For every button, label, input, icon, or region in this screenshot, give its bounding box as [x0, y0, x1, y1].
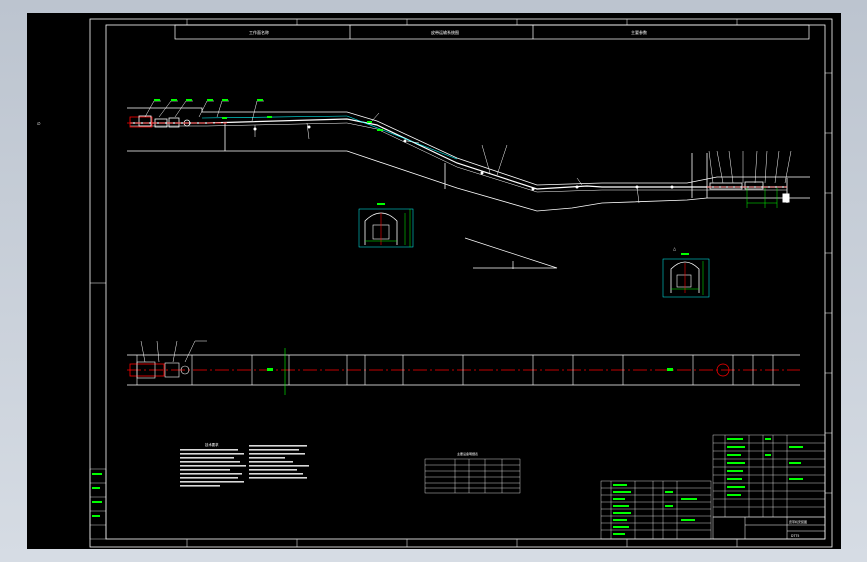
- section-detail-right: △: [662, 246, 710, 298]
- parameter-table-title: 主要设备明细表: [457, 451, 478, 456]
- viewer-frame: ∅ 工作面名称 皮带运输系统图 主要参数 △ 技术要求 主要设备明细表 皮带机安…: [0, 0, 867, 562]
- title-bar-col1: 工作面名称: [249, 29, 269, 35]
- plan-view: [127, 340, 800, 395]
- slope-triangle: [464, 237, 558, 269]
- side-mark: ∅: [37, 121, 41, 126]
- bom-table-lower: [600, 480, 712, 540]
- top-title-bar: 工作面名称 皮带运输系统图 主要参数: [174, 24, 810, 40]
- title-block: [712, 516, 826, 540]
- cad-drawing-canvas[interactable]: ∅ 工作面名称 皮带运输系统图 主要参数 △ 技术要求 主要设备明细表 皮带机安…: [27, 13, 841, 549]
- head-drive-unit: [707, 181, 790, 203]
- left-stamp-text: [92, 473, 102, 517]
- elevation-view: [127, 107, 810, 212]
- head-leaders: [708, 150, 792, 184]
- left-stamp-column: [89, 468, 107, 540]
- title-bar-col2: 皮带运输系统图: [431, 29, 459, 35]
- title-block-name: 皮带机安装图: [789, 519, 807, 524]
- outer-border: [89, 18, 833, 548]
- tech-notes: 技术要求: [180, 442, 309, 487]
- drawing-number: DT75: [791, 534, 799, 538]
- drawing-svg: ∅ 工作面名称 皮带运输系统图 主要参数 △ 技术要求 主要设备明细表 皮带机安…: [37, 18, 833, 548]
- tech-notes-title: 技术要求: [205, 442, 219, 447]
- section-detail-left: [358, 203, 414, 248]
- border-grid-ticks: [90, 19, 832, 547]
- incline-marks: [253, 125, 674, 191]
- bom-lower-text: [613, 484, 697, 535]
- parameter-table: [424, 458, 521, 494]
- section-right-label: △: [673, 246, 677, 251]
- title-bar-col3: 主要参数: [631, 29, 647, 35]
